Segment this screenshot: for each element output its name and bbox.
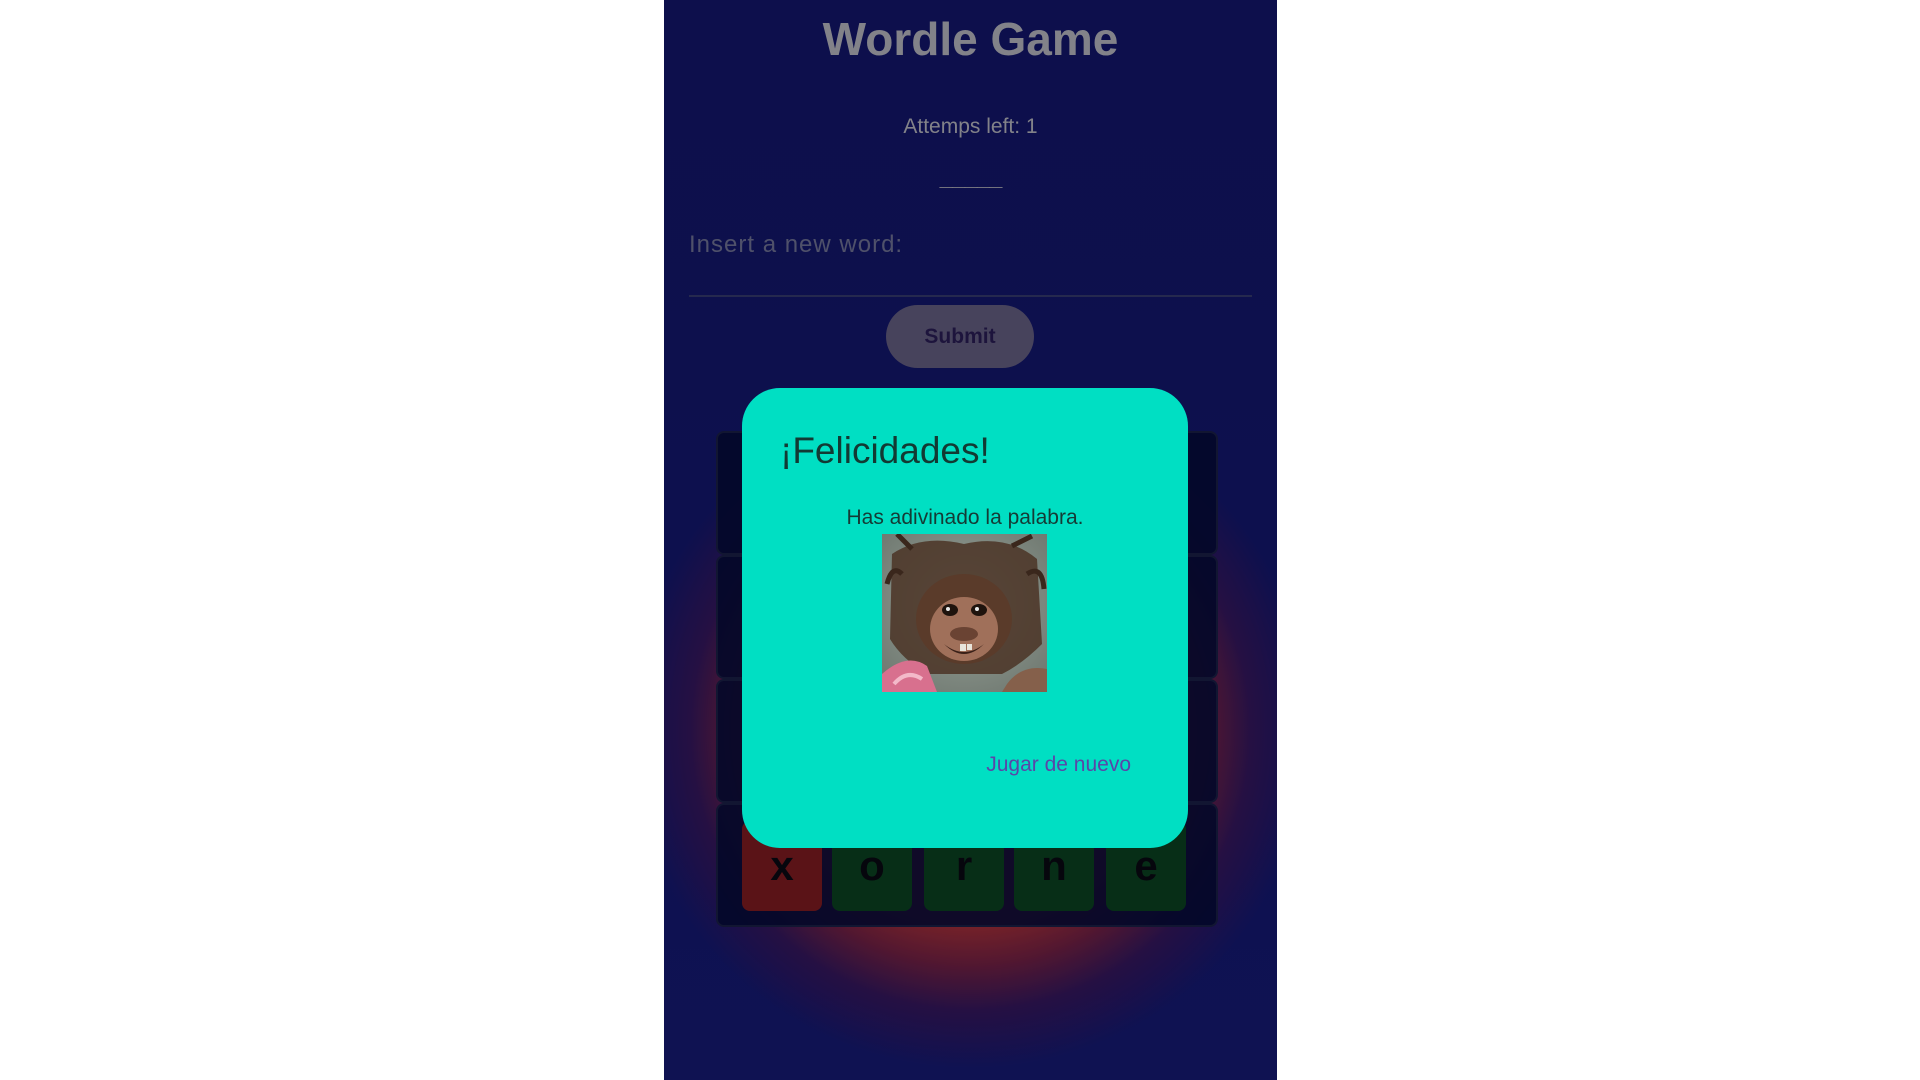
app-screen: Wordle Game Attemps left: 1 _____ Submit… [664,0,1277,1080]
monkey-photo-icon [882,534,1047,692]
dialog-message: Has adivinado la palabra. [846,506,1084,529]
play-again-button[interactable]: Jugar de nuevo [986,753,1131,777]
win-dialog: ¡Felicidades! Has adivinado la palabra. [742,388,1188,848]
dialog-title: ¡Felicidades! [780,430,990,471]
